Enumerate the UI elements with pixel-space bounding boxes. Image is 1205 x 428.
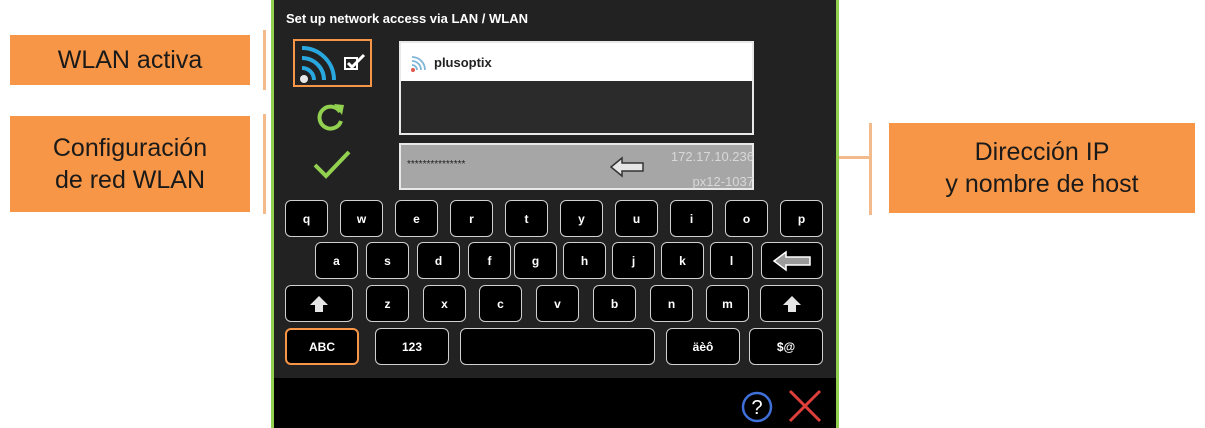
key-m[interactable]: m xyxy=(706,285,749,322)
checkbox-checked-icon xyxy=(344,53,366,70)
callout-wlan-activa-text: WLAN activa xyxy=(57,46,203,74)
key-b[interactable]: b xyxy=(593,285,636,322)
wlan-toggle-button[interactable] xyxy=(293,39,372,87)
key-c[interactable]: c xyxy=(479,285,522,322)
checkmark-icon[interactable] xyxy=(312,149,352,179)
backspace-key[interactable] xyxy=(761,242,823,279)
connector-config-bracket xyxy=(263,114,266,214)
key-p[interactable]: p xyxy=(780,200,823,237)
help-icon[interactable]: ? xyxy=(740,390,774,424)
backspace-arrow-icon[interactable] xyxy=(609,156,645,178)
hostname: px12-1037 xyxy=(692,174,754,189)
key-g[interactable]: g xyxy=(514,242,557,279)
shift-right-key[interactable] xyxy=(760,285,823,322)
shift-up-icon xyxy=(310,295,328,312)
backspace-key-icon xyxy=(772,250,811,271)
callout-config-line2: de red WLAN xyxy=(54,166,206,194)
abc-key[interactable]: ABC xyxy=(285,328,359,365)
shift-up-icon xyxy=(782,295,801,312)
wifi-signal-icon xyxy=(411,56,426,72)
callout-wlan-activa: WLAN activa xyxy=(10,35,250,85)
ip-address: 172.17.10.236 xyxy=(670,149,754,164)
network-list: plusoptix xyxy=(399,41,754,135)
umlaut-key[interactable]: äèô xyxy=(666,328,740,365)
symbols-key[interactable]: $@ xyxy=(749,328,823,365)
device-screen: Set up network access via LAN / WLAN plu… xyxy=(271,0,839,428)
callout-ip-line1: Dirección IP xyxy=(974,138,1110,166)
callout-config-wlan: Configuración de red WLAN xyxy=(10,116,250,212)
key-u[interactable]: u xyxy=(615,200,658,237)
connector-ip-bracket xyxy=(869,123,872,215)
key-w[interactable]: w xyxy=(340,200,383,237)
screen-title: Set up network access via LAN / WLAN xyxy=(286,11,529,26)
callout-ip-host: Dirección IP y nombre de host xyxy=(889,123,1195,213)
key-q[interactable]: q xyxy=(285,200,328,237)
key-l[interactable]: l xyxy=(710,242,753,279)
close-icon[interactable] xyxy=(787,388,823,424)
key-r[interactable]: r xyxy=(450,200,493,237)
svg-text:?: ? xyxy=(751,397,762,419)
network-list-item[interactable]: plusoptix xyxy=(401,43,752,81)
key-z[interactable]: z xyxy=(366,285,409,322)
key-d[interactable]: d xyxy=(417,242,460,279)
bottom-bar: ? xyxy=(274,378,836,428)
key-a[interactable]: a xyxy=(315,242,358,279)
refresh-icon[interactable] xyxy=(315,101,347,133)
key-h[interactable]: h xyxy=(563,242,606,279)
key-s[interactable]: s xyxy=(366,242,409,279)
space-key[interactable] xyxy=(460,328,655,365)
numbers-key[interactable]: 123 xyxy=(375,328,449,365)
key-e[interactable]: e xyxy=(395,200,438,237)
key-v[interactable]: v xyxy=(536,285,579,322)
network-name: plusoptix xyxy=(434,55,492,70)
key-y[interactable]: y xyxy=(560,200,603,237)
key-n[interactable]: n xyxy=(650,285,693,322)
key-k[interactable]: k xyxy=(661,242,704,279)
key-o[interactable]: o xyxy=(725,200,768,237)
key-j[interactable]: j xyxy=(612,242,655,279)
callout-ip-line2: y nombre de host xyxy=(945,170,1139,198)
shift-left-key[interactable] xyxy=(285,285,353,322)
password-value: *************** xyxy=(407,159,466,170)
wifi-icon xyxy=(300,46,336,83)
key-t[interactable]: t xyxy=(505,200,548,237)
connector-wlan-bracket xyxy=(263,30,266,90)
key-i[interactable]: i xyxy=(670,200,713,237)
callout-config-line1: Configuración xyxy=(52,134,208,162)
key-x[interactable]: x xyxy=(423,285,466,322)
key-f[interactable]: f xyxy=(468,242,511,279)
